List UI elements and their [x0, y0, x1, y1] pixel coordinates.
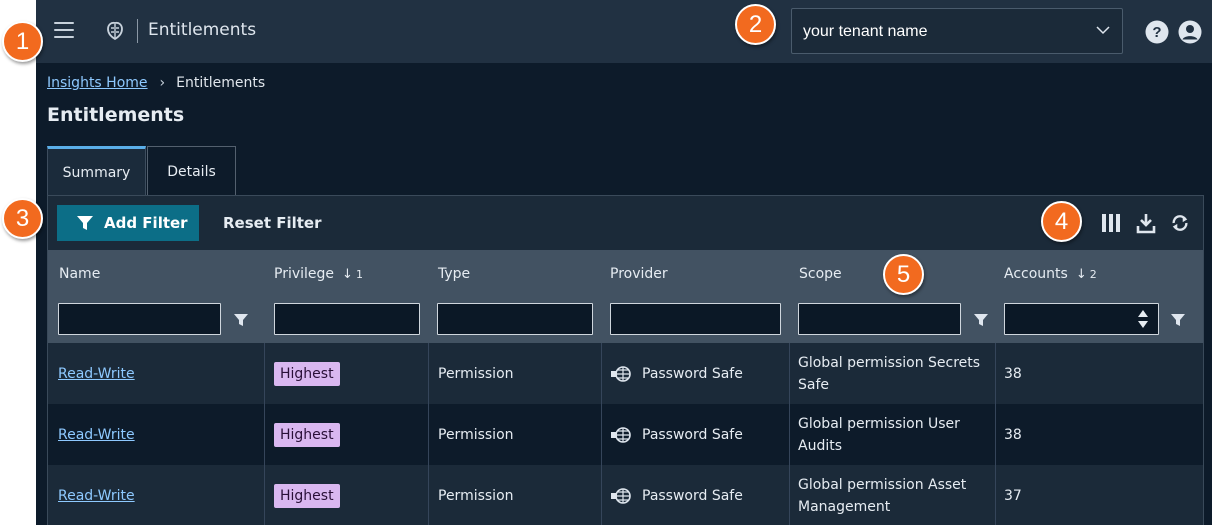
brain-logo-icon — [107, 21, 123, 41]
name-cell: Read-Write — [58, 465, 135, 525]
sort-arrow-down-icon: ↓ — [342, 267, 353, 282]
breadcrumb-link-home[interactable]: Insights Home — [47, 75, 148, 91]
help-icon[interactable]: ? — [1145, 20, 1169, 44]
top-bar: Entitlements your tenant name ? — [36, 0, 1212, 63]
scope-cell: Global permission Secrets Safe — [798, 354, 981, 393]
tab-summary[interactable]: Summary — [47, 146, 146, 196]
provider-name: Password Safe — [642, 487, 743, 504]
column-header-type[interactable]: Type — [438, 266, 470, 282]
entitlement-link[interactable]: Read-Write — [58, 363, 135, 385]
privilege-filter-input[interactable] — [274, 303, 420, 335]
column-header-label: Privilege — [274, 266, 335, 282]
type-filter-input[interactable] — [437, 303, 593, 335]
column-divider — [601, 343, 602, 525]
filter-funnel-icon[interactable] — [234, 313, 248, 327]
app-window: Entitlements your tenant name ? Insights… — [36, 0, 1212, 525]
column-header-scope[interactable]: Scope — [799, 266, 842, 282]
user-account-icon[interactable] — [1178, 20, 1202, 44]
column-header-label: Accounts — [1004, 266, 1068, 282]
column-divider — [264, 343, 265, 525]
name-filter-input[interactable] — [58, 303, 221, 335]
column-header-provider[interactable]: Provider — [610, 266, 668, 282]
scope-cell: Global permission Asset Management — [798, 476, 967, 515]
name-cell: Read-Write — [58, 404, 135, 465]
privilege-cell: Highest — [274, 404, 340, 465]
accounts-cell: 37 — [1004, 487, 1022, 504]
table-row: Read-Write Highest Permission Password S… — [48, 343, 1203, 404]
tenant-select-value: your tenant name — [803, 23, 928, 40]
entitlement-link[interactable]: Read-Write — [58, 424, 135, 446]
sort-indicator: ↓ 1 — [342, 267, 363, 282]
type-cell: Permission — [438, 365, 514, 382]
column-header-accounts[interactable]: Accounts ↓ 2 — [1004, 266, 1097, 282]
tenant-select[interactable]: your tenant name — [791, 8, 1123, 54]
add-filter-label: Add Filter — [104, 214, 188, 232]
table-row: Read-Write Highest Permission Password S… — [48, 404, 1203, 465]
breadcrumb-current: Entitlements — [176, 75, 266, 91]
column-header-privilege[interactable]: Privilege ↓ 1 — [274, 266, 363, 282]
brand-divider — [137, 19, 138, 43]
accounts-cell: 38 — [1004, 365, 1022, 382]
privilege-cell: Highest — [274, 343, 340, 404]
provider-name: Password Safe — [642, 365, 743, 382]
scope-filter-input[interactable] — [798, 303, 961, 335]
name-cell: Read-Write — [58, 343, 135, 404]
callout-marker: 5 — [883, 254, 924, 295]
entitlement-link[interactable]: Read-Write — [58, 485, 135, 507]
reset-filter-button[interactable]: Reset Filter — [223, 214, 322, 232]
password-safe-icon — [611, 426, 631, 443]
privilege-badge: Highest — [274, 361, 340, 386]
callout-marker: 2 — [735, 4, 776, 45]
columns-icon[interactable] — [1101, 212, 1121, 234]
privilege-badge: Highest — [274, 422, 340, 447]
entitlements-panel: Add Filter Reset Filter Name Privilege ↓ 1… — [47, 195, 1204, 525]
sort-order: 1 — [355, 268, 363, 281]
page-title: Entitlements — [47, 104, 185, 126]
tab-details[interactable]: Details — [147, 146, 236, 196]
provider-cell: Password Safe — [610, 404, 743, 465]
app-title: Entitlements — [148, 20, 257, 40]
chevron-down-icon — [1096, 26, 1110, 35]
column-header-label: Type — [438, 266, 471, 282]
filter-funnel-icon[interactable] — [1171, 313, 1185, 327]
column-header-name[interactable]: Name — [59, 266, 100, 282]
refresh-icon[interactable] — [1170, 212, 1190, 234]
column-header-label: Provider — [610, 266, 668, 282]
provider-filter-input[interactable] — [610, 303, 781, 335]
filter-funnel-icon[interactable] — [974, 313, 988, 327]
type-cell: Permission — [438, 426, 514, 443]
column-divider — [789, 343, 790, 525]
sort-arrow-down-icon: ↓ — [1075, 267, 1087, 282]
table-header: Name Privilege ↓ 1 Type Provider Scope Acc… — [48, 250, 1203, 343]
column-header-label: Name — [59, 266, 101, 282]
accounts-filter-input[interactable] — [1004, 303, 1159, 335]
privilege-cell: Highest — [274, 465, 340, 525]
number-stepper-icon[interactable] — [1137, 308, 1149, 330]
svg-text:?: ? — [1152, 24, 1161, 41]
sort-indicator: ↓ 2 — [1076, 267, 1097, 282]
column-divider — [995, 343, 996, 525]
breadcrumb-separator-icon: › — [159, 75, 166, 91]
accounts-cell: 38 — [1004, 426, 1022, 443]
provider-cell: Password Safe — [610, 465, 743, 525]
callout-marker: 4 — [1041, 201, 1082, 242]
provider-name: Password Safe — [642, 426, 743, 443]
breadcrumb: Insights Home › Entitlements — [47, 75, 265, 91]
callout-marker: 3 — [2, 198, 43, 239]
password-safe-icon — [611, 487, 631, 504]
scope-cell: Global permission User Audits — [798, 415, 960, 454]
provider-cell: Password Safe — [610, 343, 743, 404]
add-filter-button[interactable]: Add Filter — [57, 205, 199, 241]
sort-order: 2 — [1089, 268, 1097, 281]
password-safe-icon — [611, 365, 631, 382]
column-header-label: Scope — [799, 266, 842, 282]
callout-marker: 1 — [2, 21, 43, 62]
table-row: Read-Write Highest Permission Password S… — [48, 465, 1203, 525]
column-divider — [428, 343, 429, 525]
download-icon[interactable] — [1136, 212, 1156, 234]
privilege-badge: Highest — [274, 483, 340, 508]
type-cell: Permission — [438, 487, 514, 504]
hamburger-menu-icon[interactable] — [54, 22, 74, 40]
filter-icon — [77, 216, 93, 230]
